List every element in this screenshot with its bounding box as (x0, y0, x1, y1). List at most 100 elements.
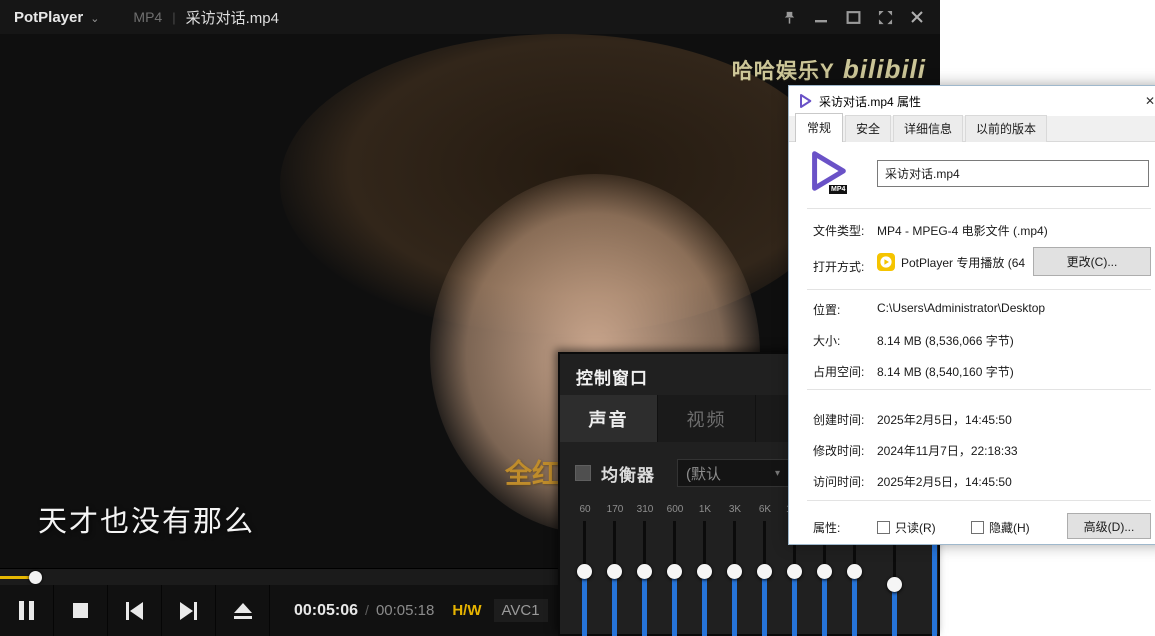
watermark-text: 哈哈娱乐Υ (732, 55, 835, 85)
file-type-icon: MP4 (805, 148, 851, 194)
field-label: 占用空间: (813, 363, 864, 380)
equalizer-label: 均衡器 (601, 461, 655, 486)
tab-previous-versions[interactable]: 以前的版本 (965, 115, 1047, 142)
eq-band-fill (932, 532, 937, 636)
hidden-checkbox[interactable] (971, 521, 984, 534)
app-menu-button[interactable]: PotPlayer (14, 9, 83, 26)
field-value: C:\Users\Administrator\Desktop (877, 301, 1045, 315)
fullscreen-icon[interactable] (876, 8, 894, 26)
pause-icon (19, 601, 34, 620)
readonly-checkbox[interactable] (877, 521, 890, 534)
eq-band-label: 1K (690, 504, 720, 515)
equalizer-checkbox[interactable] (575, 465, 591, 481)
video-codec-badge: AVC1 (494, 599, 548, 622)
field-label: 文件类型: (813, 222, 864, 239)
readonly-label: 只读(R) (895, 521, 936, 535)
eq-band-knob[interactable] (817, 564, 832, 579)
change-button[interactable]: 更改(C)... (1033, 247, 1151, 276)
open-with-value: PotPlayer 专用播放 (64 (877, 253, 1025, 271)
hidden-checkbox-row: 隐藏(H) (971, 519, 1030, 536)
minimize-icon[interactable] (812, 8, 830, 26)
tab-details[interactable]: 详细信息 (893, 115, 963, 142)
eq-band-fill (612, 571, 617, 636)
eq-band-label: 310 (630, 504, 660, 515)
field-value: 8.14 MB (8,536,066 字节) (877, 332, 1014, 349)
filename-input[interactable] (877, 160, 1149, 187)
time-total: 00:05:18 (376, 602, 434, 619)
stop-button[interactable] (54, 585, 108, 636)
potplayer-file-icon (797, 93, 813, 109)
equalizer-row: 均衡器 (默认 ▾ (575, 459, 789, 487)
eq-band-knob[interactable] (887, 577, 902, 592)
eq-band-fill (852, 571, 857, 636)
eq-band-fill (672, 571, 677, 636)
hw-decode-badge[interactable]: H/W (452, 602, 481, 619)
eq-band-label: 60 (570, 504, 600, 515)
field-label: 修改时间: (813, 442, 864, 459)
divider (807, 500, 1151, 501)
seek-knob[interactable] (29, 571, 42, 584)
field-label: 创建时间: (813, 411, 864, 428)
eject-icon (234, 603, 252, 619)
time-divider: / (365, 602, 369, 618)
advanced-button[interactable]: 高级(D)... (1067, 513, 1151, 539)
eq-band-fill (822, 571, 827, 636)
hidden-label: 隐藏(H) (989, 521, 1030, 535)
eq-band-knob[interactable] (637, 564, 652, 579)
tab-video[interactable]: 视频 (658, 395, 756, 442)
potplayer-app-icon (877, 253, 895, 271)
previous-button[interactable] (108, 585, 162, 636)
tab-security[interactable]: 安全 (845, 115, 891, 142)
player-titlebar: PotPlayer ⌄ MP4 | 采访对话.mp4 (0, 0, 940, 34)
dialog-close-icon[interactable]: ✕ (1141, 92, 1155, 110)
dropdown-arrow-icon: ▾ (775, 468, 780, 479)
scene-caption: 全红 (505, 452, 559, 491)
next-button[interactable] (162, 585, 216, 636)
eq-band-knob[interactable] (727, 564, 742, 579)
equalizer-preset-dropdown[interactable]: (默认 ▾ (677, 459, 789, 487)
close-icon[interactable] (908, 8, 926, 26)
control-window-title: 控制窗口 (576, 364, 648, 389)
maximize-icon[interactable] (844, 8, 862, 26)
eq-band-fill (762, 571, 767, 636)
eq-band-label: 170 (600, 504, 630, 515)
field-value: PotPlayer 专用播放 (64 (901, 254, 1025, 271)
stop-icon (73, 603, 88, 618)
field-value: 2025年2月5日，14:45:50 (877, 411, 1012, 428)
field-value: 2024年11月7日，22:18:33 (877, 442, 1018, 459)
eq-band-knob[interactable] (697, 564, 712, 579)
skip-previous-icon (126, 602, 143, 620)
eq-band-knob[interactable] (757, 564, 772, 579)
field-value: 8.14 MB (8,540,160 字节) (877, 363, 1014, 380)
eq-band-knob[interactable] (787, 564, 802, 579)
preset-value: (默认 (686, 463, 721, 484)
field-value: 2025年2月5日，14:45:50 (877, 473, 1012, 490)
eq-band-knob[interactable] (847, 564, 862, 579)
attributes-label: 属性: (813, 519, 840, 536)
divider (807, 389, 1151, 390)
eq-band-knob[interactable] (607, 564, 622, 579)
file-properties-dialog: 采访对话.mp4 属性 ✕ 常规 安全 详细信息 以前的版本 MP4 文件类型:… (788, 85, 1155, 545)
eq-band-fill (582, 571, 587, 636)
pin-icon[interactable] (780, 8, 798, 26)
field-label: 大小: (813, 332, 840, 349)
eq-band-fill (792, 571, 797, 636)
bilibili-logo: bilibili (843, 54, 926, 85)
chevron-down-icon[interactable]: ⌄ (90, 12, 99, 25)
tab-audio[interactable]: 声音 (560, 395, 658, 442)
eject-button[interactable] (216, 585, 270, 636)
field-value: MP4 - MPEG-4 电影文件 (.mp4) (877, 222, 1048, 239)
eq-band-fill (732, 571, 737, 636)
screen: PotPlayer ⌄ MP4 | 采访对话.mp4 (0, 0, 1155, 636)
eq-band-fill (642, 571, 647, 636)
time-current: 00:05:06 (294, 602, 358, 620)
eq-band-label: 600 (660, 504, 690, 515)
eq-band-knob[interactable] (667, 564, 682, 579)
eq-band-knob[interactable] (577, 564, 592, 579)
dialog-tabstrip: 常规 安全 详细信息 以前的版本 (789, 116, 1155, 142)
subtitle-text: 天才也没有那么 (38, 498, 255, 540)
tab-general[interactable]: 常规 (795, 113, 843, 142)
title-codec-badge: MP4 (133, 9, 162, 25)
skip-next-icon (180, 602, 197, 620)
pause-button[interactable] (0, 585, 54, 636)
